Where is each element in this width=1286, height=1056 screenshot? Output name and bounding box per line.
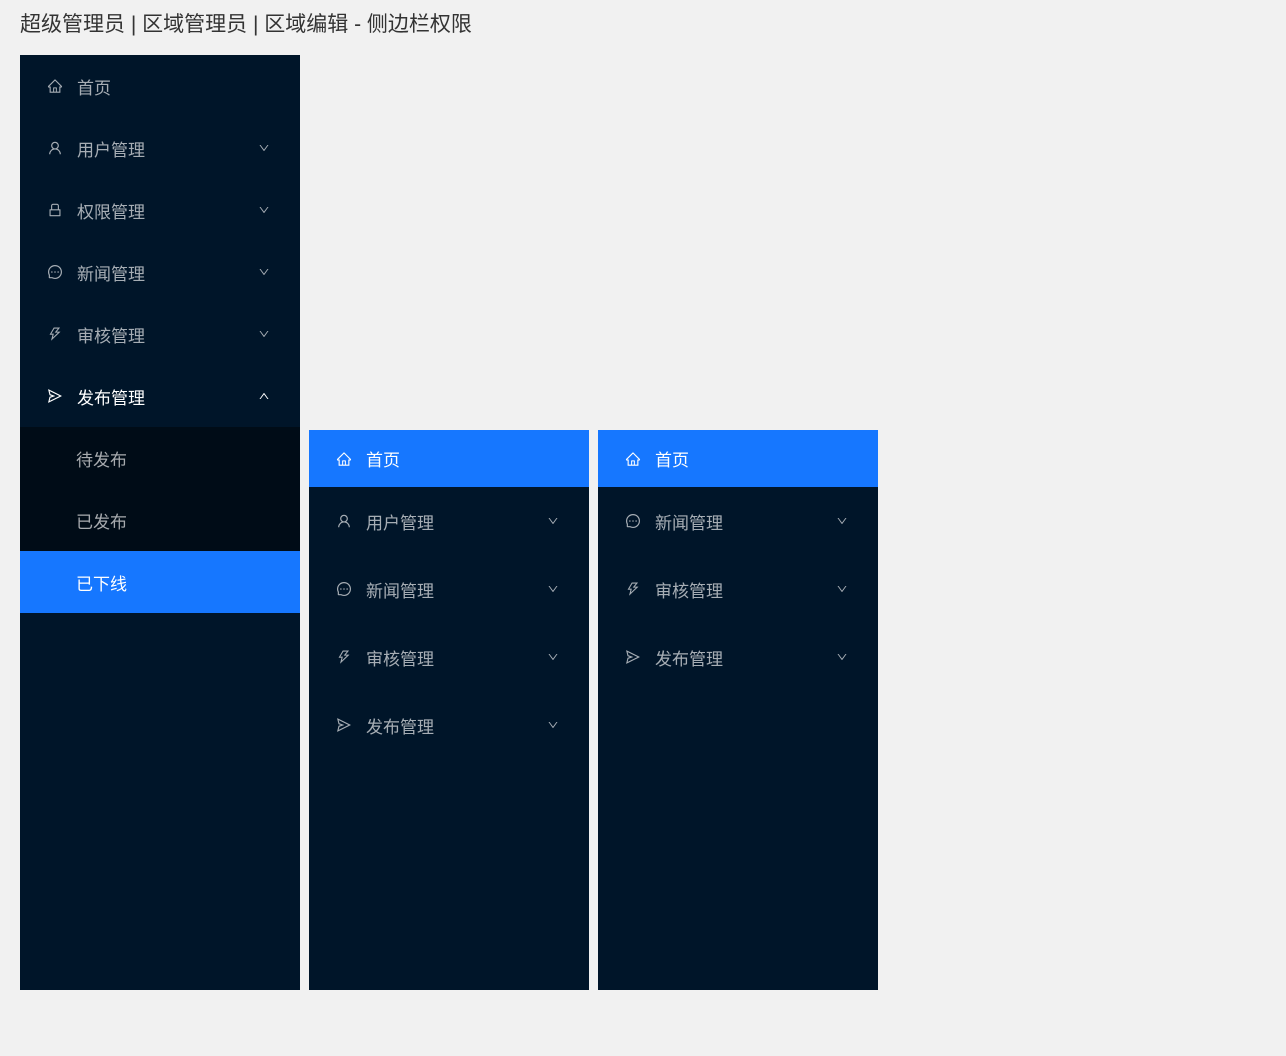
- sidebars-row: 首页 用户管理 权限管理 新闻管理: [20, 55, 1286, 990]
- sidebar-region-editor: 首页 新闻管理 审核管理 发布管理: [598, 430, 878, 990]
- sidebar-item-home[interactable]: 首页: [20, 55, 300, 117]
- sidebar-item-audit-mgmt[interactable]: 审核管理: [20, 303, 300, 365]
- sidebar-item-label: 首页: [366, 446, 559, 471]
- sidebar-item-news-mgmt[interactable]: 新闻管理: [598, 487, 878, 555]
- chevron-down-icon: [547, 515, 559, 527]
- sidebar-item-label: 审核管理: [77, 322, 258, 347]
- sidebar-item-label: 新闻管理: [655, 509, 836, 534]
- sidebar-item-label: 首页: [655, 446, 848, 471]
- sidebar-super-admin: 首页 用户管理 权限管理 新闻管理: [20, 55, 300, 990]
- thunderbolt-icon: [47, 326, 63, 342]
- sidebar-item-permission-mgmt[interactable]: 权限管理: [20, 179, 300, 241]
- chevron-down-icon: [547, 719, 559, 731]
- home-icon: [336, 451, 352, 467]
- sidebar-item-label: 首页: [77, 74, 270, 99]
- chevron-down-icon: [258, 266, 270, 278]
- sidebar-region-admin: 首页 用户管理 新闻管理 审核管理: [309, 430, 589, 990]
- lock-icon: [47, 202, 63, 218]
- send-icon: [625, 649, 641, 665]
- sidebar-item-home[interactable]: 首页: [309, 430, 589, 487]
- sidebar-item-label: 发布管理: [77, 384, 258, 409]
- chevron-down-icon: [836, 583, 848, 595]
- sidebar-item-label: 已发布: [76, 508, 127, 533]
- sidebar-item-label: 新闻管理: [77, 260, 258, 285]
- sidebar-item-label: 待发布: [76, 446, 127, 471]
- sidebar-item-publish-mgmt[interactable]: 发布管理: [20, 365, 300, 427]
- sidebar-item-label: 已下线: [76, 570, 127, 595]
- sidebar-item-user-mgmt[interactable]: 用户管理: [20, 117, 300, 179]
- sidebar-item-audit-mgmt[interactable]: 审核管理: [309, 623, 589, 691]
- chevron-up-icon: [258, 390, 270, 402]
- message-icon: [336, 581, 352, 597]
- sidebar-subitem-offline[interactable]: 已下线: [20, 551, 300, 613]
- sidebar-item-label: 发布管理: [655, 645, 836, 670]
- thunderbolt-icon: [336, 649, 352, 665]
- sidebar-item-publish-mgmt[interactable]: 发布管理: [598, 623, 878, 691]
- message-icon: [625, 513, 641, 529]
- sidebar-subitem-published[interactable]: 已发布: [20, 489, 300, 551]
- home-icon: [47, 78, 63, 94]
- chevron-down-icon: [836, 515, 848, 527]
- chevron-down-icon: [836, 651, 848, 663]
- send-icon: [47, 388, 63, 404]
- sidebar-item-label: 用户管理: [77, 136, 258, 161]
- sidebar-item-news-mgmt[interactable]: 新闻管理: [20, 241, 300, 303]
- chevron-down-icon: [258, 204, 270, 216]
- sidebar-item-label: 用户管理: [366, 509, 547, 534]
- sidebar-item-user-mgmt[interactable]: 用户管理: [309, 487, 589, 555]
- sidebar-subitem-pending-publish[interactable]: 待发布: [20, 427, 300, 489]
- sidebar-item-label: 权限管理: [77, 198, 258, 223]
- sidebar-item-news-mgmt[interactable]: 新闻管理: [309, 555, 589, 623]
- sidebar-item-label: 发布管理: [366, 713, 547, 738]
- chevron-down-icon: [547, 583, 559, 595]
- thunderbolt-icon: [625, 581, 641, 597]
- home-icon: [625, 451, 641, 467]
- sidebar-item-label: 新闻管理: [366, 577, 547, 602]
- chevron-down-icon: [547, 651, 559, 663]
- chevron-down-icon: [258, 328, 270, 340]
- user-icon: [336, 513, 352, 529]
- page-title: 超级管理员 | 区域管理员 | 区域编辑 - 侧边栏权限: [20, 8, 1286, 38]
- sidebar-item-label: 审核管理: [366, 645, 547, 670]
- sidebar-item-audit-mgmt[interactable]: 审核管理: [598, 555, 878, 623]
- sidebar-item-home[interactable]: 首页: [598, 430, 878, 487]
- message-icon: [47, 264, 63, 280]
- chevron-down-icon: [258, 142, 270, 154]
- sidebar-item-label: 审核管理: [655, 577, 836, 602]
- user-icon: [47, 140, 63, 156]
- send-icon: [336, 717, 352, 733]
- sidebar-item-publish-mgmt[interactable]: 发布管理: [309, 691, 589, 759]
